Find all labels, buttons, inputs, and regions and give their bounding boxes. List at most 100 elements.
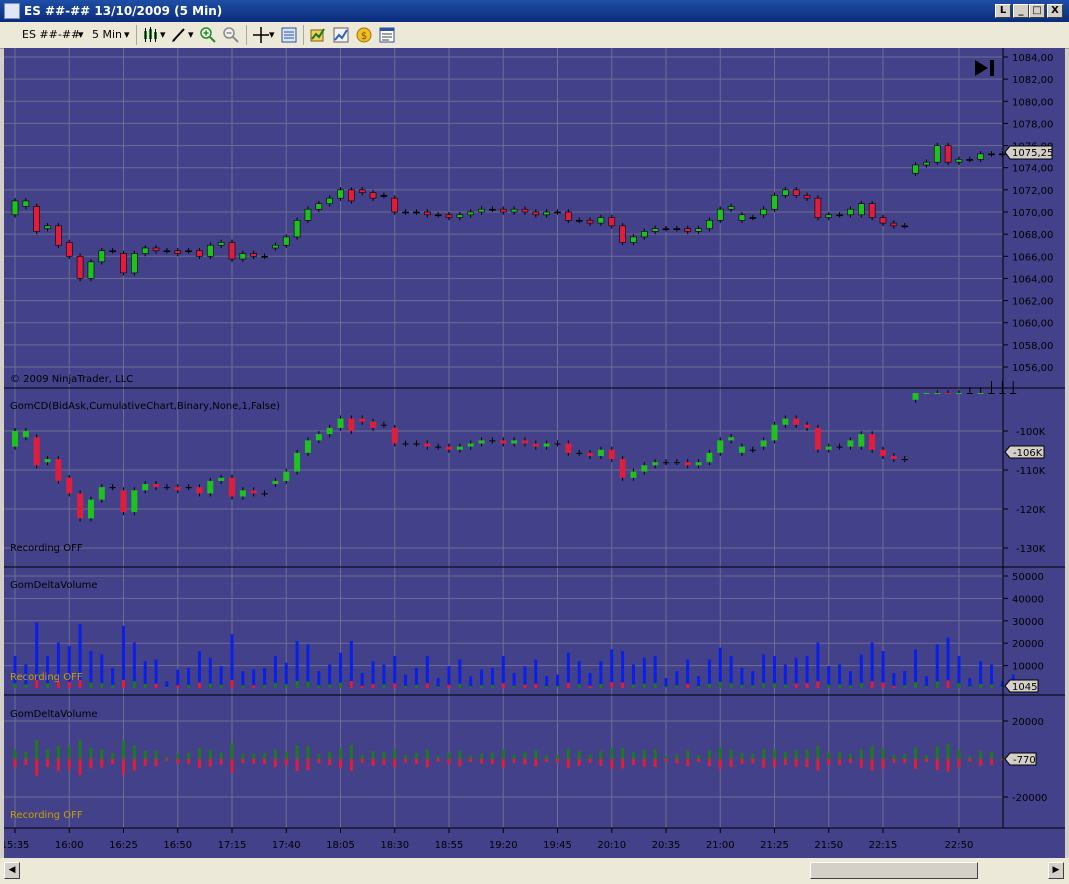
candle-body <box>423 211 431 216</box>
delta-bar-positive <box>393 749 397 759</box>
delta-bar-negative <box>718 759 722 770</box>
time-tick-label: 21:50 <box>814 840 843 851</box>
scrollbar-thumb[interactable] <box>810 862 978 879</box>
cd-tick-label: -120K <box>1016 505 1046 516</box>
volume-delta-segment <box>924 686 928 688</box>
candle-body <box>901 225 909 228</box>
delta-bar-negative <box>990 759 993 765</box>
cd-candle-body <box>239 490 246 497</box>
cd-candle-body <box>955 393 962 394</box>
delta-bar-negative <box>501 759 505 768</box>
candle-body <box>272 244 279 249</box>
candlestick-style-icon[interactable] <box>142 26 160 44</box>
volume-tick-label: 20000 <box>1012 639 1044 650</box>
volume-delta-segment <box>306 681 310 688</box>
delta-bar-positive <box>219 752 223 759</box>
cd-candle-body <box>706 452 713 463</box>
candle-body <box>716 208 724 221</box>
cd-candle-body <box>619 459 626 478</box>
cd-candle-body <box>435 446 442 448</box>
delta-bar-negative <box>621 759 625 769</box>
volume-delta-segment <box>946 680 950 688</box>
cd-candle-body <box>901 459 908 461</box>
delta-bar-negative <box>707 759 711 767</box>
delta-bar-positive <box>143 751 147 759</box>
delta-bar-positive <box>176 753 180 759</box>
cd-tick-label: -110K <box>1016 466 1046 477</box>
cd-candle-body <box>467 443 474 447</box>
delta-bar-negative <box>794 759 798 767</box>
cd-candle-body <box>760 440 767 447</box>
delta-bar-positive <box>762 749 766 759</box>
cd-candle-body <box>163 487 170 489</box>
crosshair-dropdown-icon[interactable]: ▾ <box>269 28 275 41</box>
maximize-button[interactable]: □ <box>1029 4 1045 18</box>
volume-delta-segment <box>187 684 191 688</box>
delta-bar-negative <box>425 759 429 768</box>
instrument-dropdown-icon[interactable]: ▾ <box>78 28 84 41</box>
delta-bar-positive <box>67 746 71 759</box>
delta-bar-positive <box>469 755 473 759</box>
chart-toolbar: ES ##-## ▾ 5 Min ▾ ▾ ▾ ▾ $ <box>0 22 1069 49</box>
volume-delta-segment <box>339 682 342 688</box>
delta-bar-positive <box>642 750 646 759</box>
candle-body <box>684 228 692 232</box>
delta-bar-negative <box>534 759 538 767</box>
bar-replay-icon[interactable]: $ <box>355 26 373 44</box>
price-tick-label: 1068,00 <box>1012 230 1053 241</box>
restore-button[interactable]: L <box>995 4 1011 18</box>
delta-bar-positive <box>208 750 212 759</box>
volume-delta-segment <box>436 686 440 688</box>
delta-bar-negative <box>230 759 234 773</box>
candle-body <box>163 250 171 253</box>
delta-bar-positive <box>914 747 918 759</box>
price-tick-label: 1074,00 <box>1012 164 1053 175</box>
delta-bar-negative <box>339 759 342 768</box>
minimize-button[interactable]: _ <box>1013 4 1029 18</box>
time-tick-label: 16:25 <box>109 840 138 851</box>
strategies-icon[interactable] <box>332 26 350 44</box>
scroll-right-button[interactable]: ▶ <box>1048 862 1064 879</box>
price-tick-label: 1082,00 <box>1012 75 1053 86</box>
horizontal-scrollbar[interactable]: ◀ ▶ <box>0 858 1069 884</box>
toolbar-separator <box>136 25 137 45</box>
instrument-selector[interactable]: ES ##-## <box>22 28 80 41</box>
delta-bar-positive <box>78 740 82 759</box>
chart-canvas[interactable]: © 2009 NinjaTrader, LLC GomCD(BidAsk,Cum… <box>1 48 1065 858</box>
zoom-out-icon[interactable] <box>222 26 240 44</box>
delta-bar-negative <box>805 759 809 768</box>
candle-body <box>706 220 713 229</box>
scroll-left-button[interactable]: ◀ <box>4 862 20 879</box>
chart-style-dropdown-icon[interactable]: ▾ <box>160 28 166 41</box>
interval-dropdown-icon[interactable]: ▾ <box>124 28 130 41</box>
indicators-icon[interactable] <box>309 26 327 44</box>
chart-area[interactable]: © 2009 NinjaTrader, LLC GomCD(BidAsk,Cum… <box>1 48 1065 858</box>
cd-candle-body <box>98 487 105 500</box>
zoom-in-icon[interactable] <box>199 26 217 44</box>
volume-delta-segment <box>458 683 462 688</box>
candle-body <box>98 250 106 263</box>
delta-bar-negative <box>328 759 332 765</box>
delta-bar-positive <box>664 756 668 759</box>
drawing-tool-icon[interactable] <box>170 26 188 44</box>
close-button[interactable]: X <box>1047 4 1063 18</box>
candle-body <box>879 217 887 224</box>
cd-candle-body <box>12 431 18 447</box>
delta-bar-negative <box>892 759 896 763</box>
time-tick-label: 17:40 <box>272 840 301 851</box>
volume-delta-segment <box>556 685 559 688</box>
delta-bar-negative <box>382 759 386 765</box>
data-box-icon[interactable] <box>280 26 298 44</box>
delta-bar-positive <box>252 753 256 759</box>
delta-bar-negative <box>968 759 972 762</box>
volume-delta-segment <box>349 680 353 688</box>
cd-candle-body <box>304 440 311 453</box>
interval-selector[interactable]: 5 Min <box>92 28 122 41</box>
drawing-dropdown-icon[interactable]: ▾ <box>188 28 194 41</box>
delta-bar-positive <box>100 749 104 759</box>
delta-bar-positive <box>881 748 885 759</box>
cd-candle-body <box>814 427 821 450</box>
crosshair-icon[interactable] <box>252 26 270 44</box>
delta-bar-positive <box>414 753 418 759</box>
properties-icon[interactable] <box>378 26 396 44</box>
